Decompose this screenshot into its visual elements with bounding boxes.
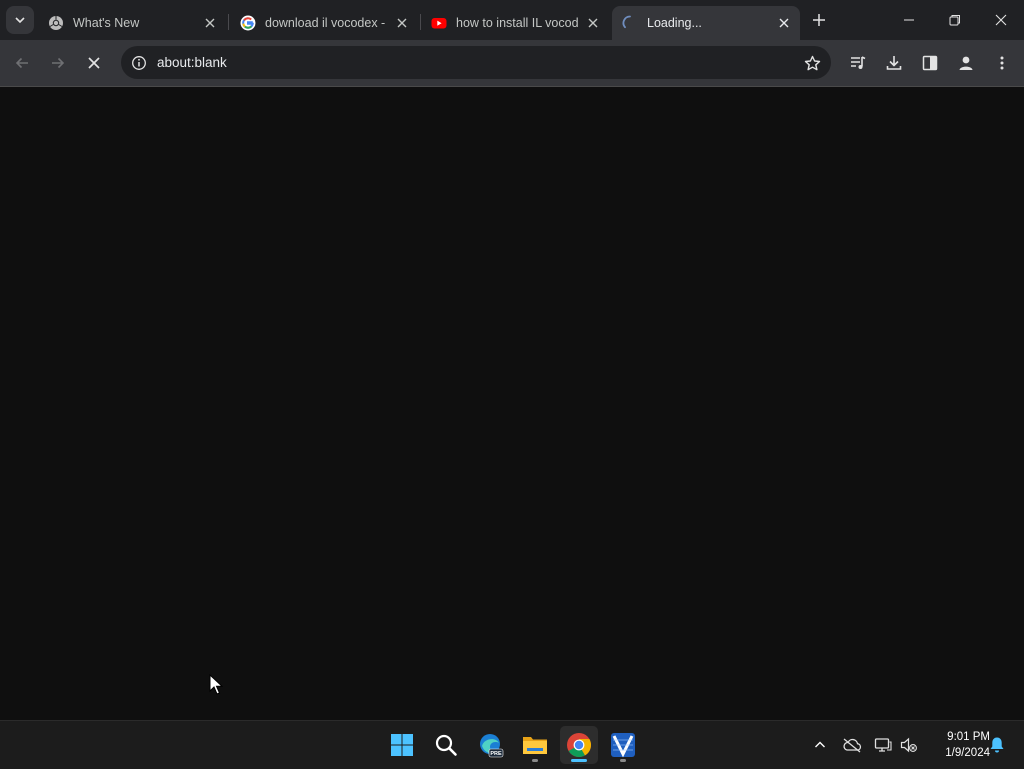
minimize-icon	[904, 19, 914, 21]
forward-button[interactable]	[44, 49, 72, 77]
restore-button[interactable]	[932, 0, 978, 40]
cloud-off-icon	[843, 738, 862, 753]
tab-google-search[interactable]: download il vocodex -	[230, 6, 418, 40]
search-icon	[435, 734, 457, 756]
tab-search-button[interactable]	[6, 6, 34, 34]
profile-button[interactable]	[952, 49, 980, 77]
minimize-button[interactable]	[886, 0, 932, 40]
address-text: about:blank	[157, 55, 227, 70]
network-tray-button[interactable]	[872, 733, 894, 757]
close-window-button[interactable]	[978, 0, 1024, 40]
chrome-icon	[567, 733, 592, 758]
chrome-menu-button[interactable]	[988, 49, 1016, 77]
tab-title: Loading...	[647, 16, 702, 30]
arrow-right-icon	[52, 57, 65, 69]
tab-divider	[228, 14, 229, 30]
close-icon	[88, 57, 100, 69]
chrome-icon	[48, 15, 64, 31]
taskbar: PRE 9:01 PM 1/9/2024	[0, 720, 1024, 769]
running-indicator	[620, 759, 626, 762]
page-content[interactable]	[0, 87, 1024, 720]
tab-loading[interactable]: Loading...	[612, 6, 800, 40]
info-icon[interactable]	[129, 53, 149, 73]
tab-whats-new[interactable]: What's New	[38, 6, 226, 40]
edge-preview-icon: PRE	[480, 734, 504, 758]
running-indicator	[532, 759, 538, 762]
chevron-down-icon	[15, 17, 25, 24]
side-panel-icon	[922, 55, 938, 71]
volume-tray-button[interactable]	[898, 733, 920, 757]
windows-start-icon	[391, 734, 413, 756]
close-icon	[995, 14, 1007, 26]
show-hidden-icons-button[interactable]	[809, 733, 831, 757]
svg-text:PRE: PRE	[490, 751, 502, 757]
onedrive-tray-button[interactable]	[841, 733, 863, 757]
plus-icon	[813, 14, 825, 26]
clock-date: 1/9/2024	[945, 747, 990, 759]
taskbar-search-button[interactable]	[427, 726, 465, 764]
close-icon[interactable]	[774, 13, 794, 33]
restore-icon	[949, 15, 960, 26]
close-icon[interactable]	[583, 13, 603, 33]
browser-toolbar: about:blank	[0, 40, 1024, 87]
edge-preview-button[interactable]: PRE	[472, 726, 510, 764]
bell-icon	[990, 737, 1004, 753]
chrome-taskbar-button[interactable]	[560, 726, 598, 764]
downloads-button[interactable]	[880, 49, 908, 77]
close-icon[interactable]	[392, 13, 412, 33]
file-explorer-button[interactable]	[516, 726, 554, 764]
stop-loading-button[interactable]	[80, 49, 108, 77]
address-bar[interactable]: about:blank	[121, 46, 831, 79]
chevron-up-icon	[815, 741, 825, 748]
mouse-cursor-icon	[209, 673, 224, 701]
tab-title: What's New	[73, 16, 140, 30]
notifications-button[interactable]	[986, 733, 1008, 757]
bookmark-star-icon[interactable]	[801, 52, 823, 74]
tab-youtube[interactable]: how to install IL vocod	[421, 6, 609, 40]
taskbar-clock[interactable]: 9:01 PM 1/9/2024	[924, 729, 990, 761]
side-panel-button[interactable]	[916, 49, 944, 77]
playlist-music-icon	[851, 56, 866, 69]
youtube-icon	[431, 15, 447, 31]
profile-icon	[959, 56, 973, 70]
network-icon	[874, 738, 892, 752]
tab-title: download il vocodex -	[265, 16, 386, 30]
volume-muted-icon	[900, 737, 917, 753]
back-button[interactable]	[8, 49, 36, 77]
loading-spinner-icon	[622, 15, 638, 31]
download-icon	[886, 56, 902, 70]
more-vertical-icon	[1000, 56, 1004, 70]
start-button[interactable]	[383, 726, 421, 764]
tab-title: how to install IL vocod	[456, 16, 579, 30]
new-tab-button[interactable]	[808, 9, 830, 31]
video-editor-icon	[611, 733, 635, 758]
close-icon[interactable]	[200, 13, 220, 33]
active-indicator	[571, 759, 587, 762]
arrow-left-icon	[15, 57, 28, 69]
video-editor-button[interactable]	[604, 726, 642, 764]
media-controls-button[interactable]	[844, 49, 872, 77]
tab-strip: What's New download il vocodex - how to …	[0, 0, 1024, 42]
file-explorer-icon	[523, 737, 547, 754]
google-icon	[240, 15, 256, 31]
clock-time: 9:01 PM	[947, 731, 990, 743]
